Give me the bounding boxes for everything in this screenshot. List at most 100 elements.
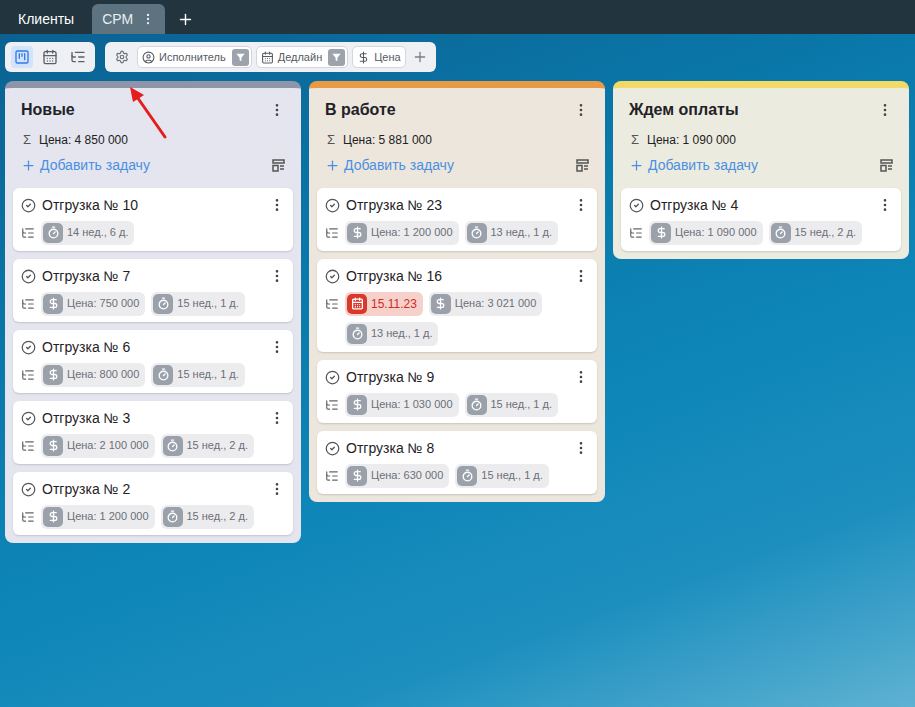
subtasks-icon[interactable] [21,297,35,311]
card-menu-icon[interactable] [573,440,589,456]
card-menu-icon[interactable] [269,410,285,426]
price-chip[interactable]: Цена: 1 200 000 [41,505,155,529]
subtasks-icon[interactable] [21,226,35,240]
duration-chip[interactable]: 15 нед., 2 д. [161,434,254,458]
column: Ждем оплатыΣЦена: 1 090 000Добавить зада… [613,81,909,259]
subtasks-icon[interactable] [629,226,643,240]
task-card[interactable]: Отгрузка № 1615.11.23Цена: 3 021 00013 н… [317,259,597,352]
filter-icon[interactable] [328,49,345,66]
tab[interactable]: CPM [92,4,165,34]
check-circle-icon[interactable] [325,269,340,284]
add-task-button[interactable]: Добавить задачу [629,155,758,176]
add-tab-icon[interactable] [177,11,194,28]
filter-bar: ИсполнительДедлайнЦена [105,42,436,72]
column-menu-icon[interactable] [269,102,285,118]
duration-icon [470,226,483,239]
subtasks-icon[interactable] [325,297,339,311]
column-menu-icon[interactable] [877,102,893,118]
price-icon [434,297,447,310]
deadline-chip[interactable]: 15.11.23 [345,292,423,316]
template-icon[interactable] [880,159,893,172]
card-menu-icon[interactable] [269,339,285,355]
price-chip[interactable]: Цена: 1 090 000 [649,221,763,245]
task-card[interactable]: Отгрузка № 7Цена: 750 00015 нед., 1 д. [13,259,293,322]
check-circle-icon[interactable] [325,198,340,213]
check-circle-icon[interactable] [21,269,36,284]
check-circle-icon[interactable] [21,198,36,213]
price-icon [47,439,60,452]
task-card[interactable]: Отгрузка № 6Цена: 800 00015 нед., 1 д. [13,330,293,393]
check-circle-icon[interactable] [21,482,36,497]
subtasks-icon[interactable] [21,510,35,524]
add-task-button[interactable]: Добавить задачу [325,155,454,176]
view-button[interactable] [39,46,61,68]
calendar-icon [42,49,58,65]
add-filter-icon[interactable] [412,49,428,65]
subtasks-icon[interactable] [325,469,339,483]
price-chip[interactable]: Цена: 630 000 [345,464,449,488]
template-icon[interactable] [272,159,285,172]
duration-chip[interactable]: 14 нед., 6 д. [41,221,134,245]
card-menu-icon[interactable] [269,197,285,213]
filter-chip[interactable]: Исполнитель [137,46,252,68]
card-menu-icon[interactable] [573,197,589,213]
card-menu-icon[interactable] [269,481,285,497]
card-title: Отгрузка № 2 [42,479,263,500]
column-menu-icon[interactable] [573,102,589,118]
task-card[interactable]: Отгрузка № 8Цена: 630 00015 нед., 1 д. [317,431,597,494]
task-card[interactable]: Отгрузка № 9Цена: 1 030 00015 нед., 1 д. [317,360,597,423]
check-circle-icon[interactable] [325,370,340,385]
task-card[interactable]: Отгрузка № 23Цена: 1 200 00013 нед., 1 д… [317,188,597,251]
settings-button[interactable] [111,46,133,68]
card-menu-icon[interactable] [573,268,589,284]
filter-chip[interactable]: Дедлайн [256,46,349,68]
filter-chip[interactable]: Цена [352,46,405,68]
card-menu-icon[interactable] [269,268,285,284]
price-chip[interactable]: Цена: 800 000 [41,363,145,387]
card-menu-icon[interactable] [573,369,589,385]
check-circle-icon[interactable] [325,441,340,456]
task-card[interactable]: Отгрузка № 2 Цена: 1 200 00015 нед., 2 д. [13,472,293,535]
view-button[interactable] [11,46,33,68]
duration-chip[interactable]: 15 нед., 1 д. [151,363,244,387]
price-icon [47,297,60,310]
price-chip[interactable]: Цена: 2 100 000 [41,434,155,458]
duration-icon [166,510,179,523]
duration-icon [47,226,60,239]
check-circle-icon[interactable] [629,198,644,213]
card-menu-icon[interactable] [877,197,893,213]
tab[interactable]: Клиенты [8,4,84,34]
price-chip[interactable]: Цена: 1 030 000 [345,393,459,417]
plus-icon [629,158,644,173]
template-icon[interactable] [576,159,589,172]
price-icon [47,510,60,523]
duration-chip[interactable]: 15 нед., 1 д. [455,464,548,488]
subtasks-icon[interactable] [21,439,35,453]
price-chip[interactable]: Цена: 3 021 000 [429,292,543,316]
price-chip[interactable]: Цена: 1 200 000 [345,221,459,245]
task-card[interactable]: Отгрузка № 10 14 нед., 6 д. [13,188,293,251]
check-circle-icon[interactable] [21,411,36,426]
check-circle-icon[interactable] [21,340,36,355]
subtasks-icon[interactable] [325,226,339,240]
duration-chip[interactable]: 15 нед., 2 д. [161,505,254,529]
card-title: Отгрузка № 10 [42,195,263,216]
filter-icon[interactable] [232,49,249,66]
subtasks-icon[interactable] [325,398,339,412]
column-sum: ΣЦена: 1 090 000 [613,130,909,150]
duration-chip[interactable]: 15 нед., 2 д. [769,221,862,245]
task-card[interactable]: Отгрузка № 4Цена: 1 090 00015 нед., 2 д. [621,188,901,251]
card-title: Отгрузка № 3 [42,408,263,429]
duration-icon [470,398,483,411]
duration-chip[interactable]: 15 нед., 1 д. [465,393,558,417]
task-card[interactable]: Отгрузка № 3 Цена: 2 100 00015 нед., 2 д. [13,401,293,464]
view-button[interactable] [67,46,89,68]
subtasks-icon[interactable] [21,368,35,382]
price-chip[interactable]: Цена: 750 000 [41,292,145,316]
duration-chip[interactable]: 13 нед., 1 д. [465,221,558,245]
duration-chip[interactable]: 15 нед., 1 д. [151,292,244,316]
add-task-button[interactable]: Добавить задачу [21,155,150,176]
plus-icon [21,158,36,173]
tab-menu-icon[interactable] [141,12,155,26]
duration-chip[interactable]: 13 нед., 1 д. [345,322,438,346]
